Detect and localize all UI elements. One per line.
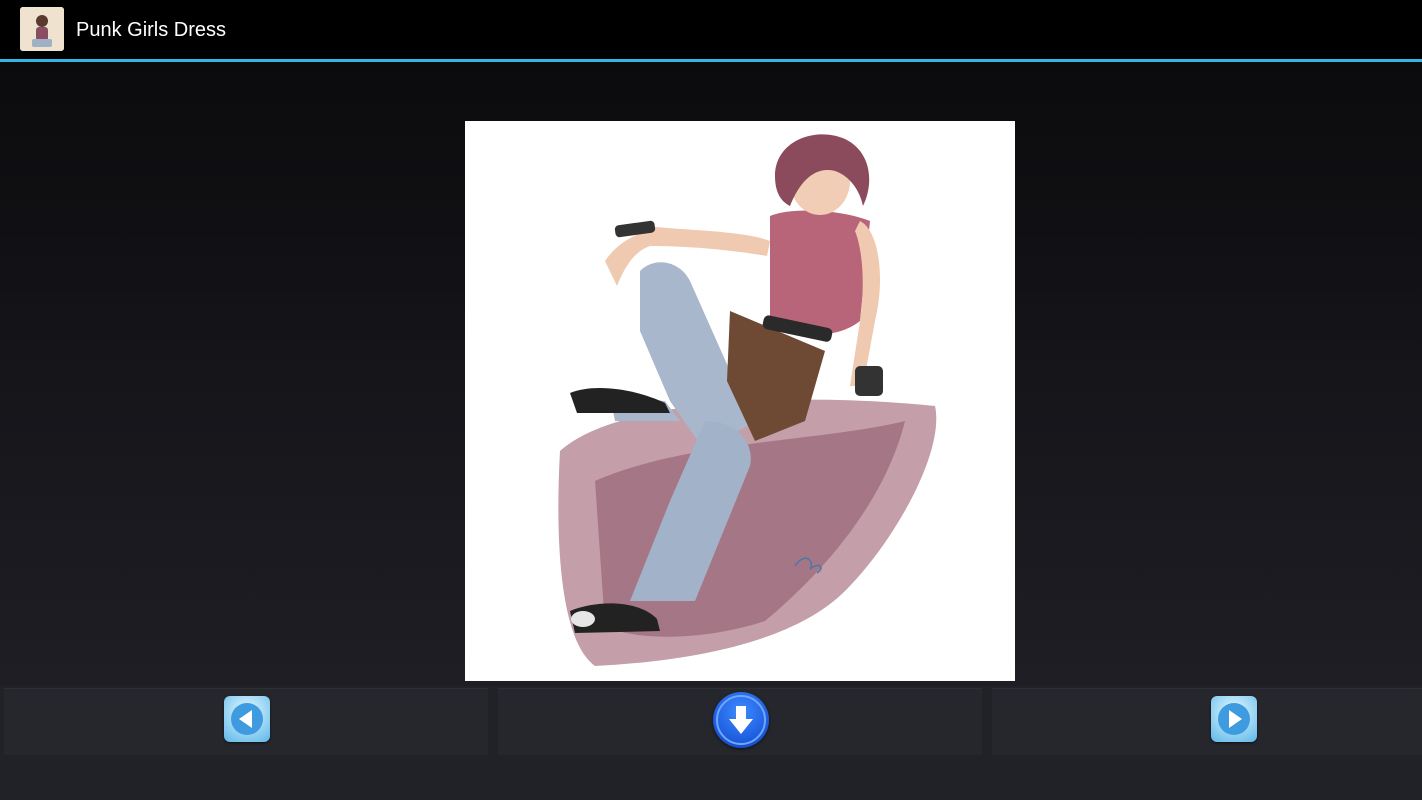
wallpaper-image[interactable] (465, 121, 1015, 681)
bottom-toolbar (0, 686, 1422, 800)
app-title: Punk Girls Dress (76, 19, 227, 41)
next-button[interactable] (1211, 696, 1257, 742)
download-button[interactable] (713, 692, 769, 748)
action-bar: Punk Girls Dress (0, 0, 1422, 62)
app-thumbnail-icon[interactable] (20, 7, 64, 51)
arrow-down-icon (716, 695, 766, 745)
next-cell (992, 688, 1422, 755)
arrow-left-icon (231, 703, 263, 735)
punk-girl-illustration (465, 121, 1015, 681)
app-window: Punk Girls Dress (0, 0, 1422, 800)
previous-button[interactable] (224, 696, 270, 742)
content-area (0, 62, 1422, 686)
arrow-right-icon (1218, 703, 1250, 735)
